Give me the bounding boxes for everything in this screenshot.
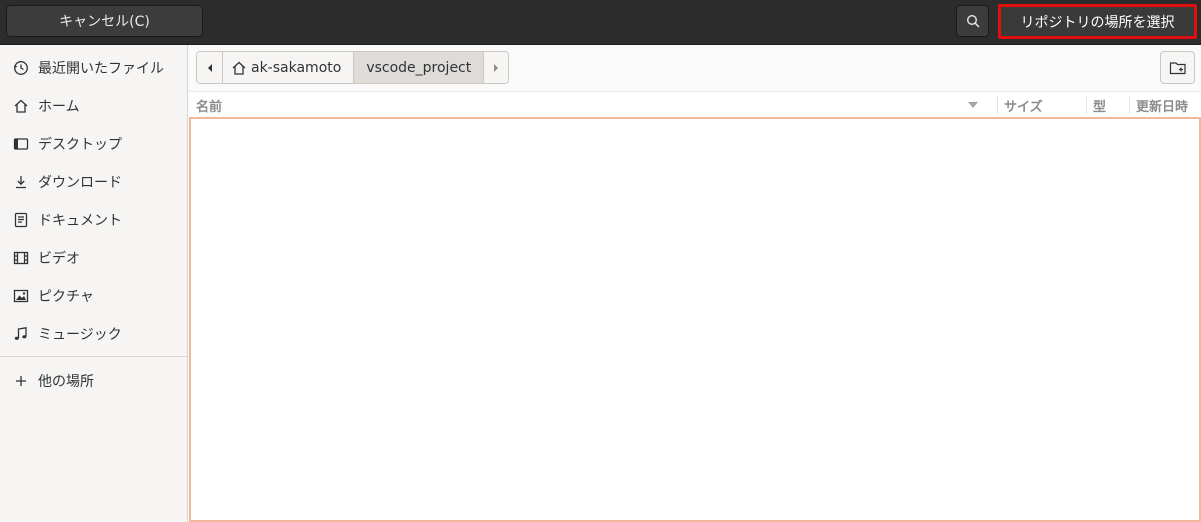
path-button-label: vscode_project [366,59,472,76]
document-icon [12,211,30,229]
sidebar-item-pictures[interactable]: ピクチャ [0,277,187,315]
sidebar-item-label: ホーム [38,99,80,115]
select-button-label: リポジトリの場所を選択 [1020,14,1175,31]
home-icon [232,61,246,75]
select-repository-location-button[interactable]: リポジトリの場所を選択 [998,4,1197,39]
sidebar-item-music[interactable]: ミュージック [0,315,187,353]
header-bar: キャンセル(C) リポジトリの場所を選択 [0,0,1201,45]
sidebar-item-home[interactable]: ホーム [0,87,187,125]
desktop-icon [12,135,30,153]
sidebar-item-label: ピクチャ [38,289,94,305]
cancel-button[interactable]: キャンセル(C) [6,5,203,37]
path-button-label: ak-sakamoto [251,59,342,76]
sort-descending-icon [968,102,978,108]
column-separator [997,96,998,114]
column-size-label: サイズ [1004,99,1043,115]
chevron-right-icon [494,63,499,72]
download-icon [12,173,30,191]
cancel-button-label: キャンセル(C) [59,14,150,30]
home-icon [12,97,30,115]
column-size[interactable]: サイズ [1004,92,1084,118]
sidebar-item-label: ミュージック [38,327,122,343]
column-modified-label: 更新日時 [1136,99,1189,115]
search-icon [966,14,979,28]
column-separator [1129,96,1130,114]
sidebar-item-videos[interactable]: ビデオ [0,239,187,277]
chevron-left-icon [207,63,212,72]
places-sidebar: 最近開いたファイル ホーム デスクトップ ダウンロード ドキュメント ビデオ ピ… [0,45,188,522]
new-folder-icon [1169,61,1186,74]
column-type-label: 型 [1093,99,1107,115]
sidebar-item-label: ダウンロード [38,175,122,191]
sidebar-item-documents[interactable]: ドキュメント [0,201,187,239]
sidebar-item-downloads[interactable]: ダウンロード [0,163,187,201]
path-bar: ak-sakamoto vscode_project [196,51,510,84]
new-folder-button[interactable] [1160,51,1195,84]
search-button[interactable] [956,5,989,37]
clock-icon [12,59,30,77]
path-button-home[interactable]: ak-sakamoto [222,52,353,83]
plus-icon [12,372,30,390]
video-icon [12,249,30,267]
column-name[interactable]: 名前 [196,92,986,118]
sidebar-item-label: 他の場所 [38,374,94,390]
path-scroll-right-button[interactable] [483,52,509,83]
sidebar-item-label: デスクトップ [38,137,122,153]
column-header: 名前 サイズ 型 更新日時 [189,91,1201,118]
path-button-current[interactable]: vscode_project [353,52,484,83]
path-scroll-left-button[interactable] [197,52,222,83]
picture-icon [12,287,30,305]
column-type[interactable]: 型 [1093,92,1129,118]
file-list[interactable] [189,117,1201,522]
sidebar-item-label: 最近開いたファイル [38,61,164,77]
column-modified[interactable]: 更新日時 [1136,92,1201,118]
music-icon [12,325,30,343]
sidebar-divider [0,356,187,357]
sidebar-item-desktop[interactable]: デスクトップ [0,125,187,163]
column-name-label: 名前 [196,99,223,115]
sidebar-item-label: ドキュメント [38,213,122,229]
column-separator [1086,96,1087,114]
sidebar-item-other-locations[interactable]: 他の場所 [0,362,187,400]
sidebar-item-recent[interactable]: 最近開いたファイル [0,49,187,87]
sidebar-item-label: ビデオ [38,251,80,267]
